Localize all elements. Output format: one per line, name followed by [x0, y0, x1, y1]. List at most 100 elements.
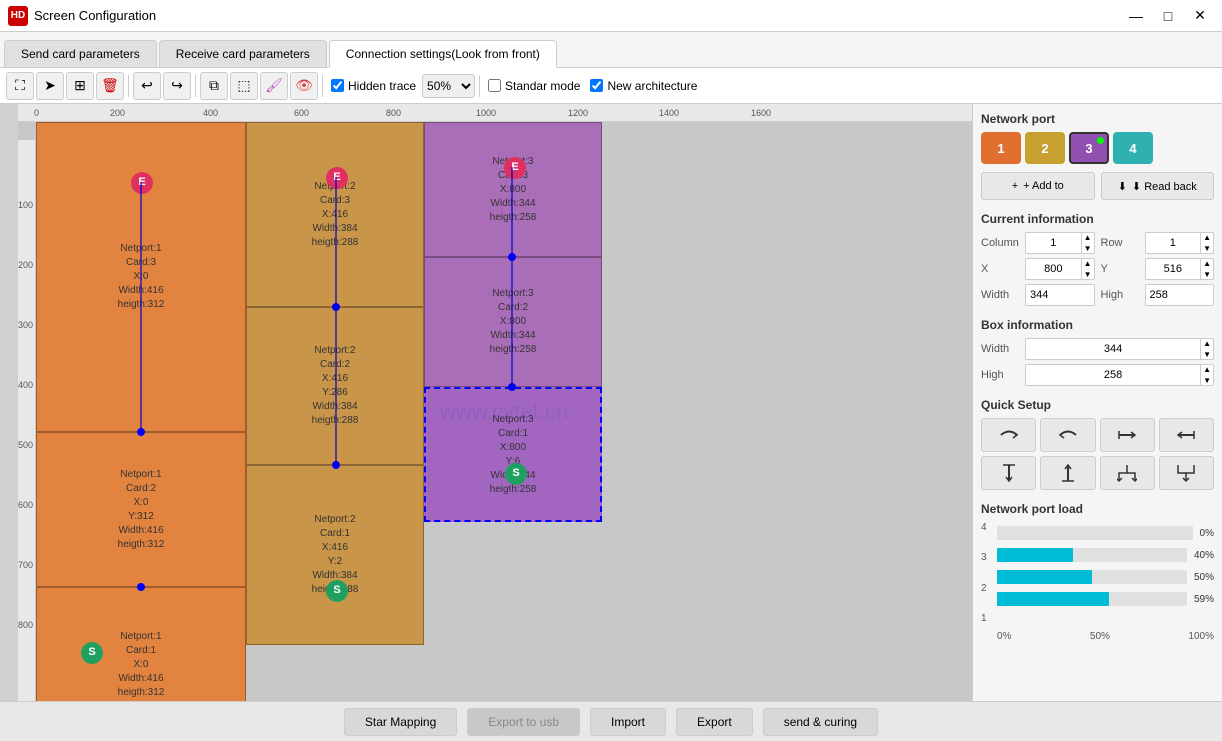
tab-connection-settings[interactable]: Connection settings(Look from front) [329, 40, 557, 68]
x-up-arrow[interactable]: ▲ [1082, 258, 1094, 269]
send-curing-button[interactable]: send & curing [763, 708, 878, 736]
maximize-button[interactable]: □ [1154, 6, 1182, 26]
add-icon: + [1012, 180, 1018, 192]
qs-btn-3[interactable] [1159, 418, 1214, 452]
main-area: 0 200 400 600 800 1000 1200 1400 1600 10… [0, 104, 1222, 701]
delete-button[interactable]: 🗑 [96, 72, 124, 100]
y-spin[interactable]: 516 ▲ ▼ [1145, 258, 1215, 280]
box-high-value: 258 [1026, 369, 1200, 381]
bh-down-arrow[interactable]: ▼ [1201, 375, 1213, 386]
fit-screen-button[interactable]: ⛶ [6, 72, 34, 100]
canvas-area[interactable]: 0 200 400 600 800 1000 1200 1400 1600 10… [0, 104, 972, 701]
node-s-2[interactable]: S [326, 580, 348, 602]
row-arrows[interactable]: ▲ ▼ [1200, 232, 1213, 254]
xy-row: X 800 ▲ ▼ Y 516 ▲ ▼ [981, 258, 1214, 280]
qs-btn-2[interactable] [1100, 418, 1155, 452]
y-down-arrow[interactable]: ▼ [1201, 269, 1213, 280]
new-arch-label: New architecture [607, 79, 697, 93]
segment-netport3-card1[interactable]: Netport:3Card:1X:800Y:6Width:344heigth:2… [424, 387, 602, 522]
box-high-spin[interactable]: 258 ▲ ▼ [1025, 364, 1214, 386]
col-down-arrow[interactable]: ▼ [1082, 243, 1094, 254]
wh-current-row: Width 344 High 258 [981, 284, 1214, 306]
chart-bar-fill-1 [997, 592, 1109, 606]
bw-up-arrow[interactable]: ▲ [1201, 338, 1213, 349]
box-width-spin[interactable]: 344 ▲ ▼ [1025, 338, 1214, 360]
action-row: + + Add to ⬇ ⬇ Read back [981, 172, 1214, 200]
column-spin[interactable]: 1 ▲ ▼ [1025, 232, 1095, 254]
v-line-2 [335, 177, 337, 467]
hidden-trace-checkbox[interactable] [331, 79, 344, 92]
qs-btn-7[interactable] [1159, 456, 1214, 490]
segment-netport1-card2[interactable]: Netport:1Card:2X:0Y:312Width:416heigth:3… [36, 432, 246, 587]
qs-btn-6[interactable] [1100, 456, 1155, 490]
x-down-arrow[interactable]: ▼ [1082, 269, 1094, 280]
col-up-arrow[interactable]: ▲ [1082, 232, 1094, 243]
segment-netport3-card2[interactable]: Netport:3Card:2X:800Width:344heigth:258 [424, 257, 602, 387]
conn-dot-4 [137, 583, 145, 591]
eye-button[interactable]: 👁 [290, 72, 318, 100]
box-high-row: High 258 ▲ ▼ [981, 364, 1214, 386]
row-up-arrow[interactable]: ▲ [1201, 232, 1213, 243]
segment-netport2-card1[interactable]: Netport:2Card:1X:416Y:2Width:384heigth:2… [246, 465, 424, 645]
window-controls: — □ ✕ [1122, 6, 1214, 26]
redo-button[interactable]: ↪ [163, 72, 191, 100]
net-port-1[interactable]: 1 [981, 132, 1021, 164]
row-spin[interactable]: 1 ▲ ▼ [1145, 232, 1215, 254]
node-e-1[interactable]: E [131, 172, 153, 194]
close-button[interactable]: ✕ [1186, 6, 1214, 26]
qs-btn-5[interactable] [1040, 456, 1095, 490]
current-info-section: Current information Column 1 ▲ ▼ Row [981, 212, 1214, 306]
chart-body: 4 3 2 1 0% [981, 522, 1214, 624]
hidden-trace-check[interactable]: Hidden trace [331, 79, 416, 93]
import-button[interactable]: Import [590, 708, 666, 736]
paste-button[interactable]: ⬚ [230, 72, 258, 100]
x-spin[interactable]: 800 ▲ ▼ [1025, 258, 1095, 280]
export-usb-button[interactable]: Export to usb [467, 708, 580, 736]
bw-down-arrow[interactable]: ▼ [1201, 349, 1213, 360]
tab-send-card[interactable]: Send card parameters [4, 40, 157, 67]
chart-bar-bg-1 [997, 592, 1187, 606]
qs-btn-4[interactable] [981, 456, 1036, 490]
column-arrows[interactable]: ▲ ▼ [1081, 232, 1094, 254]
arrow-button[interactable]: ➤ [36, 72, 64, 100]
node-s-1[interactable]: S [81, 642, 103, 664]
bh-up-arrow[interactable]: ▲ [1201, 364, 1213, 375]
box-width-value: 344 [1026, 343, 1200, 355]
x-arrows[interactable]: ▲ ▼ [1081, 258, 1094, 280]
qs-btn-0[interactable] [981, 418, 1036, 452]
undo-button[interactable]: ↩ [133, 72, 161, 100]
trace-percent-select[interactable]: 50% 25% 75% 100% [422, 74, 475, 98]
star-mapping-button[interactable]: Star Mapping [344, 708, 457, 736]
net-port-3[interactable]: 3 [1069, 132, 1109, 164]
net-port-4[interactable]: 4 [1113, 132, 1153, 164]
read-back-button[interactable]: ⬇ ⬇ Read back [1101, 172, 1215, 200]
node-e-2[interactable]: E [326, 167, 348, 189]
copy-button[interactable]: ⧉ [200, 72, 228, 100]
standard-mode-checkbox[interactable] [488, 79, 501, 92]
box-width-arrows[interactable]: ▲ ▼ [1200, 338, 1213, 360]
brush-button[interactable]: 🖌 [260, 72, 288, 100]
segment-netport3-card3[interactable]: Netport:3Card:3X:800Width:344heigth:258 … [424, 122, 602, 257]
net-port-2[interactable]: 2 [1025, 132, 1065, 164]
y-arrows[interactable]: ▲ ▼ [1200, 258, 1213, 280]
row-down-arrow[interactable]: ▼ [1201, 243, 1213, 254]
segment-netport1-card1[interactable]: Netport:1Card:1X:0Width:416heigth:312 S [36, 587, 246, 701]
box-high-arrows[interactable]: ▲ ▼ [1200, 364, 1213, 386]
cur-width-row: Width 344 [981, 284, 1095, 306]
minimize-button[interactable]: — [1122, 6, 1150, 26]
chart-x-0: 0% [997, 631, 1011, 642]
new-arch-check[interactable]: New architecture [590, 79, 697, 93]
canvas-content[interactable]: 100 200 300 400 500 600 700 800 www.cvta… [18, 122, 972, 701]
node-e-3[interactable]: E [504, 157, 526, 179]
standard-mode-check[interactable]: Standar mode [488, 79, 580, 93]
y-up-arrow[interactable]: ▲ [1201, 258, 1213, 269]
export-button[interactable]: Export [676, 708, 753, 736]
qs-btn-1[interactable] [1040, 418, 1095, 452]
download-icon: ⬇ [1118, 180, 1127, 193]
tab-receive-card[interactable]: Receive card parameters [159, 40, 327, 67]
grid-button[interactable]: ⊞ [66, 72, 94, 100]
new-arch-checkbox[interactable] [590, 79, 603, 92]
node-s-3[interactable]: S [505, 463, 527, 485]
chart-x-100: 100% [1188, 631, 1214, 642]
add-to-button[interactable]: + + Add to [981, 172, 1095, 200]
